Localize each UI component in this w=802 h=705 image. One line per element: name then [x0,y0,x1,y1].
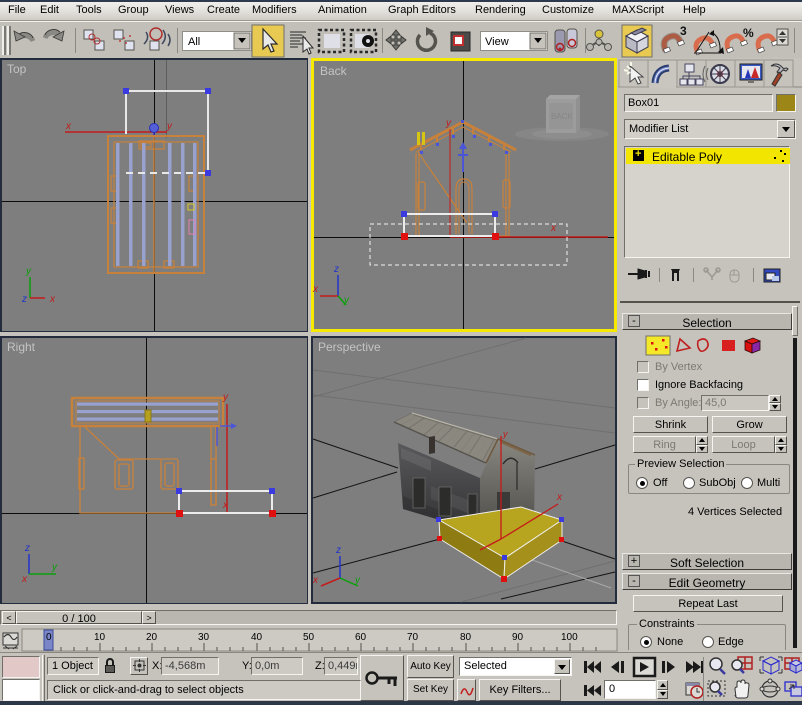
svg-text:x: x [550,223,557,234]
svg-text:z: z [24,543,30,554]
svg-text:y: y [222,392,229,403]
svg-text:10: 10 [94,632,106,643]
svg-text:40: 40 [251,632,263,643]
svg-text:BACK: BACK [551,112,573,121]
svg-text:x: x [49,294,56,305]
svg-text:%: % [743,26,754,40]
svg-text:y: y [354,575,361,586]
svg-text:z: z [333,264,339,275]
svg-text:90: 90 [512,632,524,643]
svg-text:y: y [343,295,350,306]
svg-text:Back: Back [320,64,348,78]
svg-text:Top: Top [7,62,27,76]
svg-text:60: 60 [355,632,367,643]
svg-text:x: x [312,284,319,295]
svg-text:x: x [21,574,28,585]
svg-text:Right: Right [7,340,36,354]
svg-text:Perspective: Perspective [318,340,381,354]
svg-text:70: 70 [407,632,419,643]
svg-text:All: All [188,36,200,48]
svg-text:View: View [485,36,509,48]
svg-text:y: y [166,121,173,132]
svg-text:y: y [502,429,508,439]
svg-text:50: 50 [303,632,315,643]
svg-text:30: 30 [198,632,210,643]
svg-text:x: x [556,492,563,503]
svg-text:x: x [222,500,229,511]
svg-text:z: z [21,294,27,305]
svg-text:100: 100 [561,632,578,643]
svg-text:3: 3 [680,24,687,38]
svg-text:x: x [312,575,319,586]
svg-text:80: 80 [460,632,472,643]
svg-text:0: 0 [46,632,52,643]
svg-text:z: z [335,545,341,556]
svg-text:20: 20 [146,632,158,643]
svg-text:y: y [51,562,58,573]
svg-text:y: y [445,118,452,129]
svg-text:y: y [25,266,32,277]
svg-text:x: x [65,121,72,132]
